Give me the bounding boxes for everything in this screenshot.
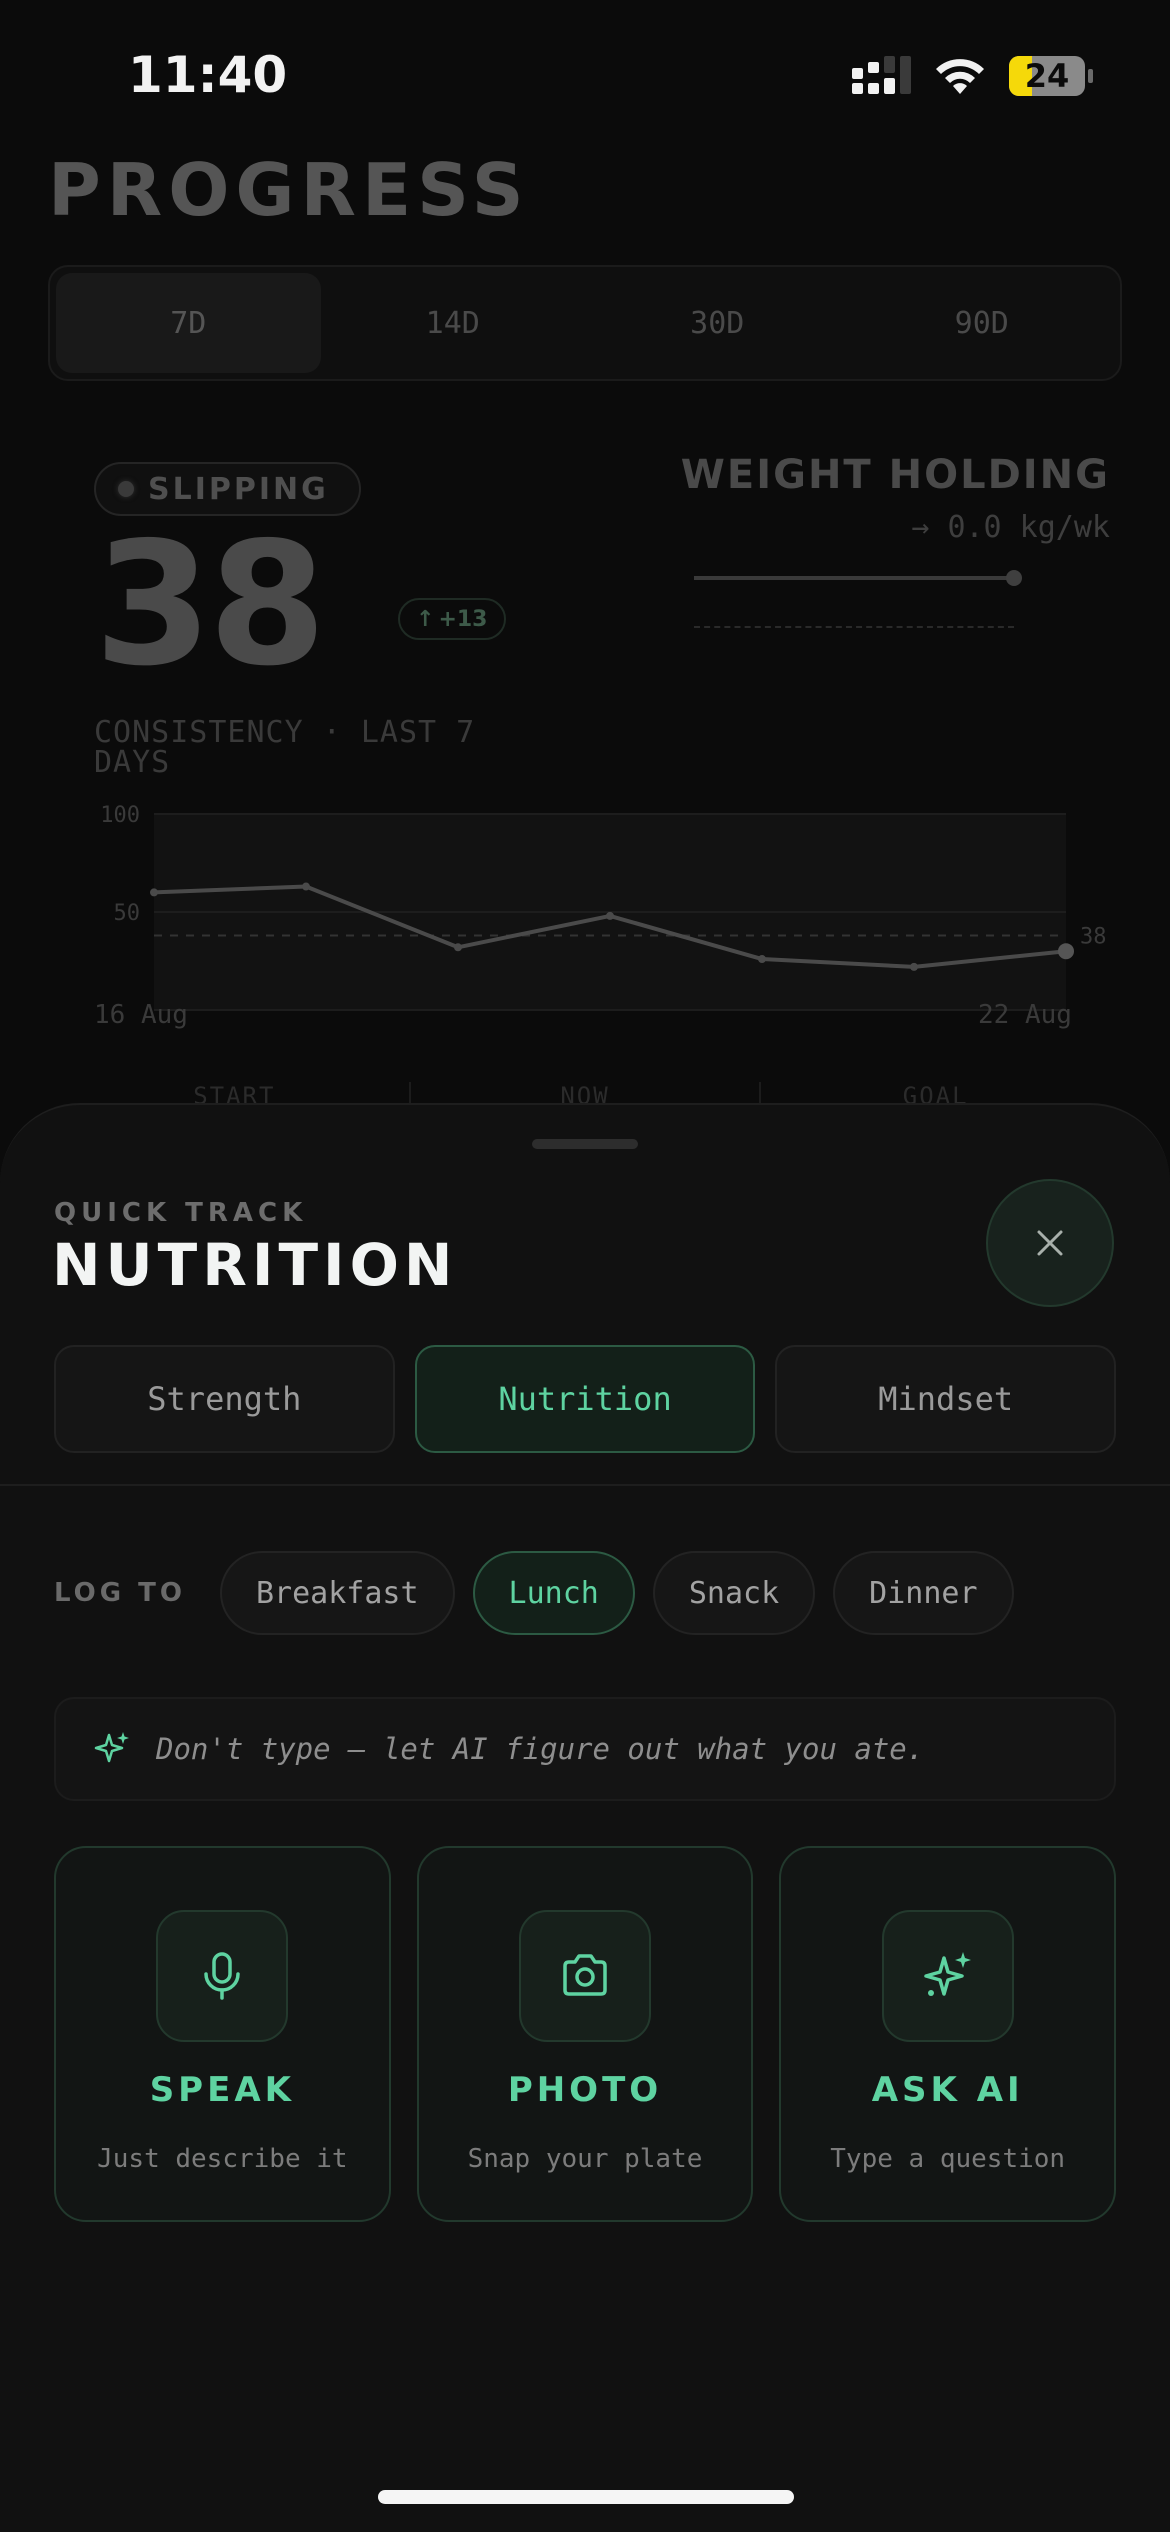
sparkle-icon [923,1952,971,1996]
ask-ai-title: ASK AI [871,2070,1024,2110]
consistency-label: CONSISTENCY · LAST 7 DAYS [94,715,476,780]
status-dot-icon [118,481,134,497]
photo-subtitle: Snap your plate [467,2144,703,2174]
chart-point [150,888,158,897]
cellular-signal-icon [852,56,911,94]
quick-track-sheet: QUICK TRACK NUTRITION Strength Nutrition… [0,1103,1170,2532]
range-tab-90d[interactable]: 90D [850,273,1115,373]
chart-point [758,955,766,964]
speak-subtitle: Just describe it [97,2144,348,2174]
ask-ai-card[interactable]: ASK AI Type a question [779,1846,1117,2222]
ask-ai-subtitle: Type a question [830,2144,1066,2174]
log-to-label: LOG TO [54,1578,186,1608]
battery-level: 24 [1024,57,1070,95]
meal-chip-breakfast[interactable]: Breakfast [219,1551,455,1635]
page-title: PROGRESS [48,148,530,232]
ai-hint-text: Don't type — let AI figure out what you … [156,1732,925,1766]
status-time: 11:40 [128,46,288,104]
range-tabs: 7D 14D 30D 90D [48,265,1122,381]
log-to-row: LOG TO Breakfast Lunch Snack Dinner [54,1551,1014,1635]
range-tab-7d[interactable]: 7D [56,273,321,373]
meal-chip-lunch[interactable]: Lunch [472,1551,635,1635]
meal-chip-dinner[interactable]: Dinner [833,1551,1014,1635]
ai-hint-banner: Don't type — let AI figure out what you … [54,1697,1116,1801]
progress-card: SLIPPING 38 ↑ +13 CONSISTENCY · LAST 7 D… [60,420,1110,1060]
photo-title: PHOTO [507,2070,663,2110]
weight-trend-bar [694,576,1014,580]
meal-chip-snack[interactable]: Snack [652,1551,816,1635]
chart-x-start-label: 16 Aug [94,1000,188,1030]
chart-y-tick-label: 50 [114,901,141,926]
photo-icon-box [519,1910,651,2042]
weight-rate-value: 0.0 kg/wk [947,510,1110,545]
photo-card[interactable]: PHOTO Snap your plate [416,1846,754,2222]
sheet-title: NUTRITION [52,1231,458,1299]
close-button[interactable] [986,1179,1114,1307]
sheet-eyebrow: QUICK TRACK [54,1198,308,1228]
wifi-icon [936,59,984,94]
speak-card[interactable]: SPEAK Just describe it [54,1846,391,2222]
tab-mindset[interactable]: Mindset [775,1345,1117,1453]
divider [0,1484,1170,1486]
chart-point [454,943,462,952]
status-bar: 11:40 24 [0,0,1170,150]
weight-trend-marker [1006,570,1022,586]
chart-point [910,962,918,971]
score-delta-badge: ↑ +13 [398,598,506,640]
close-icon [1037,1230,1063,1256]
status-label: SLIPPING [148,471,329,507]
score-value: 38 [94,506,327,704]
consistency-chart: 100 50 38 [100,803,1107,1011]
home-indicator[interactable] [378,2490,794,2504]
chart-point [606,911,614,920]
category-tabs: Strength Nutrition Mindset [54,1345,1117,1453]
sheet-grabber[interactable] [532,1139,638,1149]
chart-y-tick-label: 100 [100,803,140,828]
speak-icon-box [156,1910,289,2042]
weight-goal-line [694,626,1014,628]
range-tab-30d[interactable]: 30D [585,273,850,373]
camera-icon [563,1954,607,1996]
chart-reference-label: 38 [1080,925,1107,950]
chart-x-end-label: 22 Aug [978,1000,1072,1030]
arrow-up-icon: ↑ [416,606,435,632]
range-tab-14d[interactable]: 14D [321,273,586,373]
weight-trend-title: WEIGHT HOLDING [680,452,1110,498]
score-delta-value: +13 [438,606,488,632]
speak-title: SPEAK [149,2070,295,2110]
chart-point [302,882,310,891]
weight-rate: → 0.0 kg/wk [911,510,1110,545]
ask-ai-icon-box [881,1910,1014,2042]
tab-nutrition[interactable]: Nutrition [414,1345,756,1453]
chart-point [1058,943,1074,960]
tab-strength[interactable]: Strength [54,1345,395,1453]
arrow-right-icon: → [911,510,948,545]
sparkle-icon [94,1732,129,1763]
microphone-icon [204,1952,241,2000]
progress-screen: 11:40 24 PROGRESS 7D 14D 30D 90D SLIPPIN… [0,0,1170,1110]
input-method-cards: SPEAK Just describe it PHOTO Snap your p… [54,1846,1117,2222]
